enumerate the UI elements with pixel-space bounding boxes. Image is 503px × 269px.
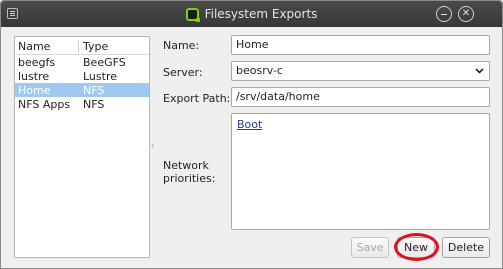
chevron-down-icon bbox=[475, 68, 484, 74]
network-priorities-label-line1: Network bbox=[163, 159, 209, 172]
list-item-name: lustre bbox=[18, 70, 50, 83]
list-item-name: NFS Apps bbox=[18, 98, 71, 111]
delete-button[interactable]: Delete bbox=[442, 237, 490, 258]
list-item[interactable]: beegfs BeeGFS bbox=[15, 55, 149, 69]
column-header-type[interactable]: Type bbox=[83, 40, 108, 53]
export-path-field[interactable]: /srv/data/home bbox=[231, 87, 490, 107]
new-button-highlight-ring bbox=[394, 233, 439, 261]
list-item-selected[interactable]: Home NFS bbox=[15, 83, 149, 97]
list-item-type: Lustre bbox=[83, 70, 117, 83]
list-item-type: BeeGFS bbox=[83, 56, 126, 69]
network-priority-item[interactable]: Boot bbox=[237, 118, 262, 131]
column-header-name[interactable]: Name bbox=[18, 40, 50, 53]
list-item-name: Home bbox=[18, 84, 51, 97]
server-label: Server: bbox=[163, 66, 203, 79]
close-icon[interactable]: ✕ bbox=[458, 6, 474, 22]
server-select-value: beosrv-c bbox=[236, 64, 283, 77]
filesystem-exports-window: Filesystem Exports ✕ Name Type beegfs Be… bbox=[0, 0, 503, 269]
network-priorities-list[interactable]: Boot bbox=[231, 113, 490, 230]
title-bar[interactable]: Filesystem Exports ✕ bbox=[1, 1, 502, 27]
server-select[interactable]: beosrv-c bbox=[231, 61, 490, 81]
list-item-type: NFS bbox=[83, 84, 105, 97]
app-logo-icon bbox=[185, 7, 200, 22]
minimize-button[interactable] bbox=[436, 6, 452, 22]
name-label: Name: bbox=[163, 39, 200, 52]
title-area: Filesystem Exports bbox=[1, 1, 502, 27]
exports-list[interactable]: Name Type beegfs BeeGFS lustre Lustre Ho… bbox=[14, 36, 150, 258]
list-item-name: beegfs bbox=[18, 56, 56, 69]
window-title: Filesystem Exports bbox=[204, 7, 318, 21]
export-path-label: Export Path: bbox=[163, 92, 231, 105]
list-item[interactable]: NFS Apps NFS bbox=[15, 97, 149, 111]
save-button[interactable]: Save bbox=[351, 237, 389, 258]
list-item-type: NFS bbox=[83, 98, 105, 111]
list-item[interactable]: lustre Lustre bbox=[15, 69, 149, 83]
splitter-handle[interactable]: ‹ bbox=[151, 141, 154, 150]
network-priorities-label-line2: priorities: bbox=[163, 172, 216, 185]
name-field[interactable]: Home bbox=[231, 35, 490, 55]
column-separator[interactable] bbox=[78, 40, 79, 52]
list-header: Name Type bbox=[15, 37, 149, 55]
